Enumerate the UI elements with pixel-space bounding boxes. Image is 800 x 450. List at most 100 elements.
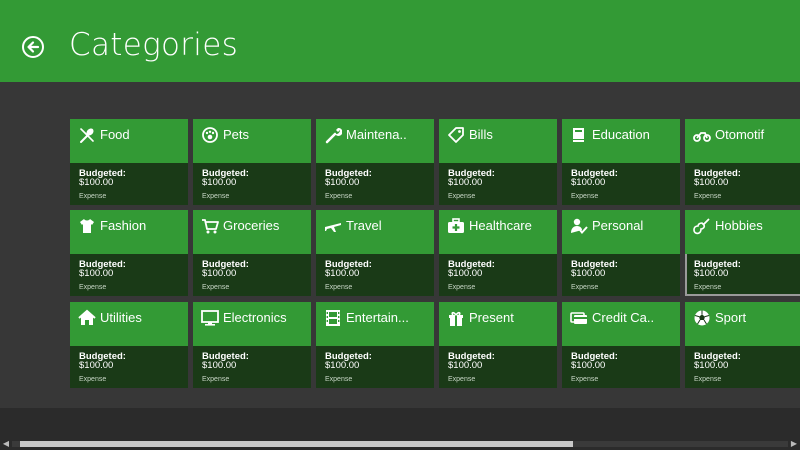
category-type: Expense bbox=[79, 193, 107, 200]
category-type: Expense bbox=[202, 376, 230, 383]
budget-value: $100.00 bbox=[202, 360, 237, 371]
tile-header: Healthcare bbox=[439, 210, 557, 254]
tile-name: Utilities bbox=[100, 310, 142, 325]
category-tile-credit-ca[interactable]: Credit Ca.. Budgeted: $100.00 Expense bbox=[562, 302, 680, 388]
tile-name: Fashion bbox=[100, 218, 147, 233]
category-grid: Food Budgeted: $100.00 Expense Pets Budgeted:… bbox=[0, 0, 800, 410]
category-tile-present[interactable]: Present Budgeted: $100.00 Expense bbox=[439, 302, 557, 388]
tile-name: Electronics bbox=[223, 310, 287, 325]
tshirt-icon bbox=[78, 217, 96, 235]
scroll-right-icon[interactable]: ▶ bbox=[788, 438, 800, 450]
budget-value: $100.00 bbox=[448, 177, 483, 188]
tile-name: Credit Ca.. bbox=[592, 310, 655, 325]
category-tile-bills[interactable]: Bills Budgeted: $100.00 Expense bbox=[439, 119, 557, 205]
category-tile-entertain[interactable]: Entertain... Budgeted: $100.00 Expense bbox=[316, 302, 434, 388]
budget-value: $100.00 bbox=[79, 268, 114, 279]
category-type: Expense bbox=[202, 284, 230, 291]
budget-value: $100.00 bbox=[694, 268, 729, 279]
tile-name: Otomotif bbox=[715, 127, 765, 142]
tile-header: Entertain... bbox=[316, 302, 434, 346]
category-tile-food[interactable]: Food Budgeted: $100.00 Expense bbox=[70, 119, 188, 205]
category-tile-otomotif[interactable]: Otomotif Budgeted: $100.00 Expense bbox=[685, 119, 800, 205]
budget-value: $100.00 bbox=[202, 177, 237, 188]
cart-icon bbox=[201, 217, 219, 235]
film-icon bbox=[324, 309, 342, 327]
category-type: Expense bbox=[325, 376, 353, 383]
tile-name: Healthcare bbox=[469, 218, 532, 233]
home-icon bbox=[78, 309, 96, 327]
tile-name: Entertain... bbox=[346, 310, 409, 325]
category-type: Expense bbox=[79, 284, 107, 291]
budget-value: $100.00 bbox=[325, 360, 360, 371]
tile-header: Sport bbox=[685, 302, 800, 346]
category-tile-groceries[interactable]: Groceries Budgeted: $100.00 Expense bbox=[193, 210, 311, 296]
tag-icon bbox=[447, 126, 465, 144]
budget-value: $100.00 bbox=[202, 268, 237, 279]
category-type: Expense bbox=[448, 284, 476, 291]
tile-header: Maintena.. bbox=[316, 119, 434, 163]
budget-value: $100.00 bbox=[448, 268, 483, 279]
gift-icon bbox=[447, 309, 465, 327]
person-check-icon bbox=[570, 217, 588, 235]
tile-header: Credit Ca.. bbox=[562, 302, 680, 346]
category-tile-healthcare[interactable]: Healthcare Budgeted: $100.00 Expense bbox=[439, 210, 557, 296]
scroll-left-icon[interactable]: ◀ bbox=[0, 438, 12, 450]
soccer-ball-icon bbox=[693, 309, 711, 327]
budget-value: $100.00 bbox=[571, 360, 606, 371]
tile-header: Food bbox=[70, 119, 188, 163]
tile-header: Hobbies bbox=[685, 210, 800, 254]
tile-name: Education bbox=[592, 127, 650, 142]
paw-icon bbox=[201, 126, 219, 144]
tile-header: Fashion bbox=[70, 210, 188, 254]
budget-value: $100.00 bbox=[571, 268, 606, 279]
tile-header: Otomotif bbox=[685, 119, 800, 163]
motorcycle-icon bbox=[693, 126, 711, 144]
tile-name: Hobbies bbox=[715, 218, 763, 233]
category-type: Expense bbox=[448, 193, 476, 200]
tile-name: Present bbox=[469, 310, 514, 325]
category-type: Expense bbox=[571, 284, 599, 291]
monitor-icon bbox=[201, 309, 219, 327]
category-tile-hobbies[interactable]: Hobbies Budgeted: $100.00 Expense bbox=[685, 210, 800, 296]
category-tile-education[interactable]: Education Budgeted: $100.00 Expense bbox=[562, 119, 680, 205]
tile-name: Maintena.. bbox=[346, 127, 407, 142]
tile-header: Bills bbox=[439, 119, 557, 163]
budget-value: $100.00 bbox=[325, 177, 360, 188]
budget-value: $100.00 bbox=[694, 177, 729, 188]
tile-header: Present bbox=[439, 302, 557, 346]
medkit-icon bbox=[447, 217, 465, 235]
category-type: Expense bbox=[448, 376, 476, 383]
tile-name: Sport bbox=[715, 310, 747, 325]
category-type: Expense bbox=[202, 193, 230, 200]
category-type: Expense bbox=[325, 193, 353, 200]
tile-header: Travel bbox=[316, 210, 434, 254]
category-type: Expense bbox=[325, 284, 353, 291]
tile-header: Utilities bbox=[70, 302, 188, 346]
category-tile-travel[interactable]: Travel Budgeted: $100.00 Expense bbox=[316, 210, 434, 296]
tile-name: Travel bbox=[346, 218, 382, 233]
category-type: Expense bbox=[694, 284, 722, 291]
horizontal-scrollbar[interactable]: ◀ ▶ bbox=[0, 438, 800, 450]
category-tile-fashion[interactable]: Fashion Budgeted: $100.00 Expense bbox=[70, 210, 188, 296]
budget-value: $100.00 bbox=[694, 360, 729, 371]
tile-name: Food bbox=[100, 127, 130, 142]
budget-value: $100.00 bbox=[448, 360, 483, 371]
category-type: Expense bbox=[694, 193, 722, 200]
category-tile-electronics[interactable]: Electronics Budgeted: $100.00 Expense bbox=[193, 302, 311, 388]
category-type: Expense bbox=[694, 376, 722, 383]
category-tile-maintena[interactable]: Maintena.. Budgeted: $100.00 Expense bbox=[316, 119, 434, 205]
scroll-track[interactable] bbox=[12, 441, 788, 447]
budget-value: $100.00 bbox=[79, 177, 114, 188]
category-tile-sport[interactable]: Sport Budgeted: $100.00 Expense bbox=[685, 302, 800, 388]
app-bar-area bbox=[0, 408, 800, 438]
scroll-thumb[interactable] bbox=[20, 441, 573, 447]
category-type: Expense bbox=[571, 376, 599, 383]
tile-name: Personal bbox=[592, 218, 644, 233]
tile-name: Pets bbox=[223, 127, 250, 142]
budget-value: $100.00 bbox=[325, 268, 360, 279]
category-tile-personal[interactable]: Personal Budgeted: $100.00 Expense bbox=[562, 210, 680, 296]
tile-header: Pets bbox=[193, 119, 311, 163]
category-tile-pets[interactable]: Pets Budgeted: $100.00 Expense bbox=[193, 119, 311, 205]
budget-value: $100.00 bbox=[571, 177, 606, 188]
category-tile-utilities[interactable]: Utilities Budgeted: $100.00 Expense bbox=[70, 302, 188, 388]
